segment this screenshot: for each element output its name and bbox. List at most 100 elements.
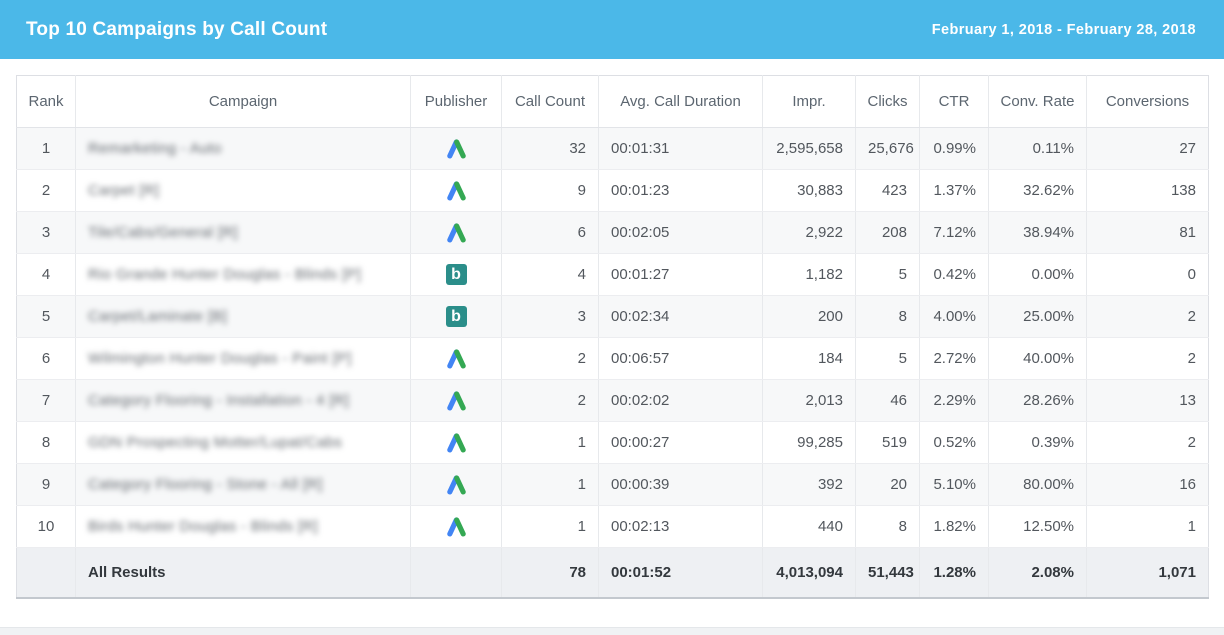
- totals-impressions-cell: 4,013,094: [763, 548, 856, 598]
- campaign-cell: Birds Hunter Douglas - Blinds [R]: [76, 506, 411, 548]
- impressions-cell: 200: [763, 296, 856, 338]
- google-adwords-icon: [445, 390, 468, 411]
- rank-cell: 6: [17, 338, 76, 380]
- avg_call_duration-cell: 00:02:02: [599, 380, 763, 422]
- publisher-cell: b: [411, 254, 502, 296]
- rank-cell: 1: [17, 128, 76, 170]
- table-row: 9Category Flooring - Stone - All [R]100:…: [17, 464, 1209, 506]
- page-footer-strip: [0, 627, 1224, 635]
- campaign-cell: Tile/Cabs/General [R]: [76, 212, 411, 254]
- rank-cell: 9: [17, 464, 76, 506]
- avg_call_duration-cell: 00:01:23: [599, 170, 763, 212]
- rank-cell: 10: [17, 506, 76, 548]
- campaign-name-blurred: Category Flooring - Stone - All [R]: [88, 476, 323, 493]
- table-header-row: RankCampaignPublisherCall CountAvg. Call…: [17, 76, 1209, 128]
- avg_call_duration-cell: 00:02:34: [599, 296, 763, 338]
- clicks-cell: 5: [856, 254, 920, 296]
- conversions-cell: 2: [1087, 422, 1209, 464]
- rank-cell: 7: [17, 380, 76, 422]
- call_count-cell: 32: [502, 128, 599, 170]
- totals-conversions-cell: 1,071: [1087, 548, 1209, 598]
- clicks-cell: 46: [856, 380, 920, 422]
- report-title: Top 10 Campaigns by Call Count: [26, 19, 327, 41]
- google-adwords-icon: [445, 432, 468, 453]
- conversions-cell: 27: [1087, 128, 1209, 170]
- google-adwords-icon: [445, 516, 468, 537]
- impressions-cell: 1,182: [763, 254, 856, 296]
- ctr-cell: 4.00%: [920, 296, 989, 338]
- ctr-cell: 0.42%: [920, 254, 989, 296]
- publisher-cell: [411, 380, 502, 422]
- clicks-cell: 8: [856, 296, 920, 338]
- table-row: 6Wilmington Hunter Douglas - Paint [P]20…: [17, 338, 1209, 380]
- call_count-cell: 1: [502, 506, 599, 548]
- totals-conv_rate-cell: 2.08%: [989, 548, 1087, 598]
- table-row: 4 Rio Grande Hunter Douglas - Blinds [P] b…: [17, 254, 1209, 296]
- publisher-cell: [411, 170, 502, 212]
- campaign-cell: Carpet [R]: [76, 170, 411, 212]
- ctr-cell: 2.29%: [920, 380, 989, 422]
- bing-ads-icon: b: [446, 306, 467, 327]
- google-adwords-icon: [445, 138, 468, 159]
- campaign-name-blurred: Carpet/Laminate [B]: [88, 308, 227, 325]
- campaign-cell: Carpet/Laminate [B]: [76, 296, 411, 338]
- conversions-cell: 2: [1087, 296, 1209, 338]
- campaign-cell: Category Flooring - Stone - All [R]: [76, 464, 411, 506]
- totals-clicks-cell: 51,443: [856, 548, 920, 598]
- bing-ads-icon: b: [446, 264, 467, 285]
- table-row: 8GDN Prospecting Motter/Lupat/Cabs100:00…: [17, 422, 1209, 464]
- clicks-cell: 25,676: [856, 128, 920, 170]
- call_count-cell: 3: [502, 296, 599, 338]
- call_count-cell: 6: [502, 212, 599, 254]
- campaign-name-blurred: Birds Hunter Douglas - Blinds [R]: [88, 518, 318, 535]
- rank-cell: 5: [17, 296, 76, 338]
- campaign-cell: Rio Grande Hunter Douglas - Blinds [P]: [76, 254, 411, 296]
- google-adwords-icon: [445, 180, 468, 201]
- publisher-cell: [411, 506, 502, 548]
- clicks-cell: 208: [856, 212, 920, 254]
- conversions-cell: 16: [1087, 464, 1209, 506]
- conversions-cell: 1: [1087, 506, 1209, 548]
- table-row: 7 Category Flooring - Installation - 4 [R…: [17, 380, 1209, 422]
- clicks-cell: 519: [856, 422, 920, 464]
- call_count-cell: 2: [502, 380, 599, 422]
- ctr-cell: 1.37%: [920, 170, 989, 212]
- clicks-cell: 8: [856, 506, 920, 548]
- column-header-ctr: CTR: [920, 76, 989, 128]
- impressions-cell: 99,285: [763, 422, 856, 464]
- publisher-cell: [411, 464, 502, 506]
- campaign-name-blurred: Wilmington Hunter Douglas - Paint [P]: [88, 350, 352, 367]
- impressions-cell: 392: [763, 464, 856, 506]
- conversions-cell: 13: [1087, 380, 1209, 422]
- column-header-rank: Rank: [17, 76, 76, 128]
- call_count-cell: 2: [502, 338, 599, 380]
- campaign-cell: Category Flooring - Installation - 4 [R]: [76, 380, 411, 422]
- call_count-cell: 4: [502, 254, 599, 296]
- impressions-cell: 184: [763, 338, 856, 380]
- campaign-name-blurred: Category Flooring - Installation - 4 [R]: [88, 392, 349, 409]
- ctr-cell: 0.52%: [920, 422, 989, 464]
- table-row: 3Tile/Cabs/General [R]600:02:052,9222087…: [17, 212, 1209, 254]
- clicks-cell: 5: [856, 338, 920, 380]
- publisher-cell: [411, 212, 502, 254]
- totals-label: All Results: [76, 548, 411, 598]
- rank-cell: 8: [17, 422, 76, 464]
- avg_call_duration-cell: 00:02:05: [599, 212, 763, 254]
- impressions-cell: 2,013: [763, 380, 856, 422]
- column-header-conv_rate: Conv. Rate: [989, 76, 1087, 128]
- conversions-cell: 2: [1087, 338, 1209, 380]
- campaign-name-blurred: Carpet [R]: [88, 182, 159, 199]
- ctr-cell: 0.99%: [920, 128, 989, 170]
- column-header-publisher: Publisher: [411, 76, 502, 128]
- conv_rate-cell: 80.00%: [989, 464, 1087, 506]
- impressions-cell: 2,595,658: [763, 128, 856, 170]
- avg_call_duration-cell: 00:00:27: [599, 422, 763, 464]
- conv_rate-cell: 25.00%: [989, 296, 1087, 338]
- totals-avg_call_duration-cell: 00:01:52: [599, 548, 763, 598]
- table-row: 5Carpet/Laminate [B]b300:02:3420084.00%2…: [17, 296, 1209, 338]
- ctr-cell: 2.72%: [920, 338, 989, 380]
- ctr-cell: 1.82%: [920, 506, 989, 548]
- call_count-cell: 9: [502, 170, 599, 212]
- conv_rate-cell: 0.11%: [989, 128, 1087, 170]
- call_count-cell: 1: [502, 422, 599, 464]
